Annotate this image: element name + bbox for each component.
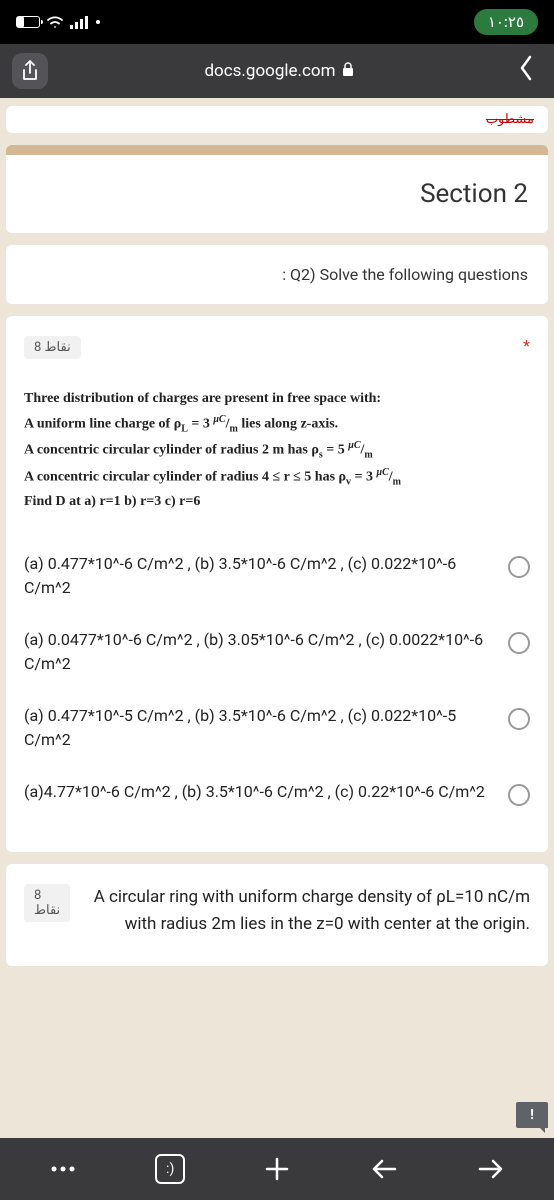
radio-icon xyxy=(508,784,530,806)
option-1-text: (a) 0.477*10^-6 C/m^2 , (b) 3.5*10^-6 C/… xyxy=(24,552,492,600)
more-icon xyxy=(51,1166,75,1172)
section-title: Section 2 xyxy=(420,179,528,209)
smiley-icon: :) xyxy=(155,1154,185,1184)
top-strip: مشطوب xyxy=(6,106,548,133)
url-text: docs.google.com xyxy=(204,61,335,81)
option-3-text: (a) 0.477*10^-5 C/m^2 , (b) 3.5*10^-6 C/… xyxy=(24,704,492,752)
url-bar[interactable]: docs.google.com xyxy=(60,61,498,81)
instruction-text: : Q2) Solve the following questions xyxy=(282,265,528,284)
question-1-card: 8 نقاط * Three distribution of charges a… xyxy=(6,316,548,852)
time-display: ١٠:٢٥ xyxy=(474,9,538,35)
option-2[interactable]: (a) 0.0477*10^-6 C/m^2 , (b) 3.05*10^-6 … xyxy=(24,618,530,686)
option-1[interactable]: (a) 0.477*10^-6 C/m^2 , (b) 3.5*10^-6 C/… xyxy=(24,542,530,610)
content-area: مشطوب Section 2 : Q2) Solve the followin… xyxy=(0,98,554,1138)
question-1-header: 8 نقاط * xyxy=(24,336,530,359)
browser-bar: docs.google.com xyxy=(0,44,554,98)
feedback-button[interactable]: ! xyxy=(516,1102,548,1128)
tabs-button[interactable]: :) xyxy=(148,1147,192,1191)
question-2-text: A circular ring with uniform charge dens… xyxy=(82,884,530,938)
bottom-nav: :) xyxy=(0,1138,554,1200)
cutoff-text: مشطوب xyxy=(486,112,534,127)
battery-icon xyxy=(16,16,40,28)
tabs-chevron[interactable] xyxy=(510,50,542,92)
share-button[interactable] xyxy=(12,53,48,89)
status-bar: ١٠:٢٥ xyxy=(0,0,554,44)
instruction-card: : Q2) Solve the following questions xyxy=(6,245,548,304)
problem-statement: Three distribution of charges are presen… xyxy=(24,387,530,514)
option-4[interactable]: (a)4.77*10^-6 C/m^2 , (b) 3.5*10^-6 C/m^… xyxy=(24,770,530,816)
required-asterisk: * xyxy=(523,336,530,355)
radio-icon xyxy=(508,556,530,578)
share-icon xyxy=(21,60,39,82)
status-left xyxy=(16,15,100,29)
lock-icon xyxy=(342,62,354,80)
wifi-icon xyxy=(46,15,64,29)
option-4-text: (a)4.77*10^-6 C/m^2 , (b) 3.5*10^-6 C/m^… xyxy=(24,780,492,804)
radio-icon xyxy=(508,708,530,730)
radio-icon xyxy=(508,632,530,654)
points-chip-2: 8 نقاط xyxy=(24,884,70,922)
back-button[interactable] xyxy=(362,1147,406,1191)
signal-dot-icon xyxy=(96,20,100,24)
arrow-left-icon xyxy=(371,1159,397,1179)
exclamation-icon: ! xyxy=(530,1107,534,1123)
more-button[interactable] xyxy=(41,1147,85,1191)
new-tab-button[interactable] xyxy=(255,1147,299,1191)
section-header: Section 2 xyxy=(6,145,548,233)
plus-icon xyxy=(264,1156,290,1182)
question-2-card: 8 نقاط A circular ring with uniform char… xyxy=(6,864,548,966)
option-3[interactable]: (a) 0.477*10^-5 C/m^2 , (b) 3.5*10^-6 C/… xyxy=(24,694,530,762)
points-chip: 8 نقاط xyxy=(24,336,81,359)
forward-button[interactable] xyxy=(469,1147,513,1191)
chevron-left-icon xyxy=(518,53,534,83)
option-2-text: (a) 0.0477*10^-6 C/m^2 , (b) 3.05*10^-6 … xyxy=(24,628,492,676)
signal-icon xyxy=(70,15,90,29)
arrow-right-icon xyxy=(478,1159,504,1179)
